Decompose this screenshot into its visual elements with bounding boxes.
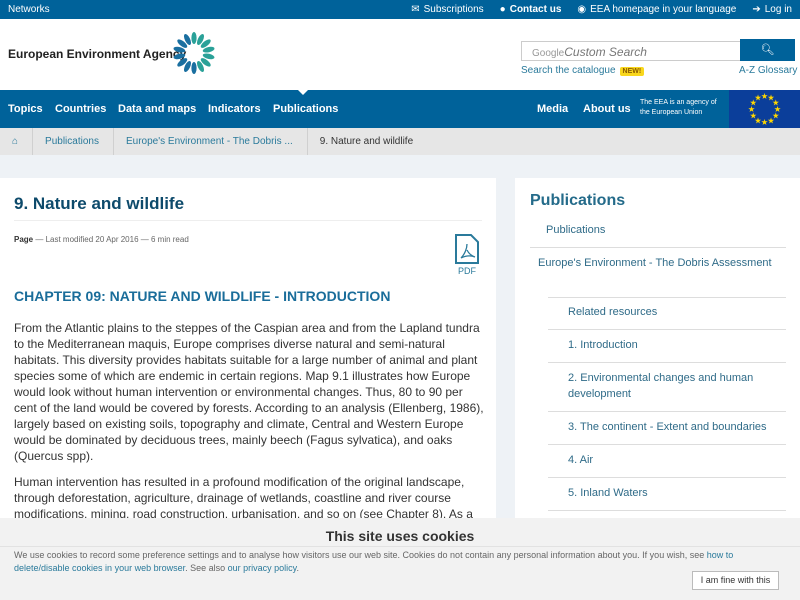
envelope-icon: ✉ xyxy=(411,4,420,15)
cookie-banner: This site uses cookies We use cookies to… xyxy=(0,518,800,600)
cookie-text-part: We use cookies to record some preference… xyxy=(14,550,707,560)
search-catalogue-link[interactable]: Search the catalogue NEW! xyxy=(521,65,645,76)
sidebar-item-continent[interactable]: 3. The continent - Extent and boundaries xyxy=(548,419,786,445)
page-title: 9. Nature and wildlife xyxy=(14,194,482,221)
sidebar-item-publications[interactable]: Publications xyxy=(530,222,786,248)
nav-about-us[interactable]: About us xyxy=(583,103,631,115)
login-icon: ➔ xyxy=(752,4,761,15)
magnifier-icon: 🔍︎ xyxy=(760,44,775,56)
svg-text:★: ★ xyxy=(755,94,762,102)
chapter-heading: CHAPTER 09: NATURE AND WILDLIFE - INTROD… xyxy=(14,288,391,304)
login-label: Log in xyxy=(764,4,792,15)
cookie-text: We use cookies to record some preference… xyxy=(0,547,800,575)
meta-read-time: 6 min read xyxy=(150,235,189,244)
breadcrumb-dobris[interactable]: Europe's Environment - The Dobris ... xyxy=(114,128,308,155)
globe-icon: ◉ xyxy=(577,4,587,15)
speech-bubble-icon: ● xyxy=(499,4,506,15)
search-placeholder: Custom Search xyxy=(564,45,647,59)
sidebar-item-air[interactable]: 4. Air xyxy=(548,452,786,478)
main-content: 9. Nature and wildlife Page — Last modif… xyxy=(0,178,496,553)
search-input[interactable]: GoogleCustom Search xyxy=(521,41,741,61)
cookie-title: This site uses cookies xyxy=(0,528,800,547)
breadcrumb-current: 9. Nature and wildlife xyxy=(319,136,414,147)
subscriptions-link[interactable]: ✉ Subscriptions xyxy=(411,4,483,15)
breadcrumb: ⌂ Publications Europe's Environment - Th… xyxy=(0,128,800,155)
new-badge: NEW! xyxy=(619,67,645,76)
pdf-file-icon xyxy=(455,234,479,264)
svg-text:★: ★ xyxy=(768,117,775,125)
main-nav: Topics Countries Data and maps Indicator… xyxy=(0,89,800,128)
pdf-label: PDF xyxy=(458,266,476,276)
nav-countries[interactable]: Countries xyxy=(55,103,106,115)
top-bar: Networks ✉ Subscriptions ● Contact us ◉ EEA… xyxy=(0,0,800,19)
glossary-link[interactable]: A-Z Glossary xyxy=(739,65,797,76)
cookie-text-part: . xyxy=(296,563,300,573)
search-button[interactable]: 🔍︎ xyxy=(740,39,795,61)
eu-agency-note: The EEA is an agency of the European Uni… xyxy=(640,99,717,116)
nav-publications[interactable]: Publications xyxy=(273,103,338,115)
breadcrumb-publications[interactable]: Publications xyxy=(33,128,114,155)
sidebar-item-dobris[interactable]: Europe's Environment - The Dobris Assess… xyxy=(538,255,786,280)
eea-logo-icon[interactable] xyxy=(172,31,216,75)
search-brand: Google xyxy=(532,48,565,59)
accept-cookies-button[interactable]: I am fine with this xyxy=(692,571,779,590)
catalogue-label: Search the catalogue xyxy=(521,65,616,76)
nav-topics[interactable]: Topics xyxy=(8,103,43,115)
meta-modified: Last modified 20 Apr 2016 xyxy=(45,235,139,244)
privacy-policy-link[interactable]: our privacy policy xyxy=(228,563,297,573)
sidebar-item-environmental-changes[interactable]: 2. Environmental changes and human devel… xyxy=(548,370,786,412)
logo-text[interactable]: European Environment Agency xyxy=(8,47,186,61)
nav-data-and-maps[interactable]: Data and maps xyxy=(118,103,196,115)
nav-indicators[interactable]: Indicators xyxy=(208,103,261,115)
eu-flag-icon[interactable]: ★ ★★★★★★★★★★★ xyxy=(729,90,800,128)
login-link[interactable]: ➔ Log in xyxy=(752,4,792,15)
sidebar-title: Publications xyxy=(530,192,626,209)
subscriptions-label: Subscriptions xyxy=(423,4,484,15)
sidebar-item-inland-waters[interactable]: 5. Inland Waters xyxy=(548,485,786,511)
sidebar-item-introduction[interactable]: 1. Introduction xyxy=(548,337,786,363)
page-meta: Page — Last modified 20 Apr 2016 — 6 min… xyxy=(14,235,189,244)
sidebar: Publications Publications Europe's Envir… xyxy=(515,178,800,538)
contact-label: Contact us xyxy=(509,4,562,15)
active-caret xyxy=(297,89,309,95)
home-icon[interactable]: ⌂ xyxy=(0,128,34,155)
sidebar-item-related[interactable]: Related resources xyxy=(548,304,786,330)
svg-text:★: ★ xyxy=(761,119,768,127)
homepage-label: EEA homepage in your language xyxy=(590,4,737,15)
header: European Environment Agency GoogleCustom… xyxy=(0,19,800,90)
divider xyxy=(548,297,786,298)
homepage-language-link[interactable]: ◉ EEA homepage in your language xyxy=(577,4,736,15)
pdf-download-button[interactable]: PDF xyxy=(454,234,480,276)
nav-media[interactable]: Media xyxy=(537,103,568,115)
cookie-text-part: . See also xyxy=(185,563,228,573)
networks-link[interactable]: Networks xyxy=(8,4,50,15)
contact-link[interactable]: ● Contact us xyxy=(500,4,562,15)
paragraph: From the Atlantic plains to the steppes … xyxy=(14,321,484,463)
meta-type: Page xyxy=(14,235,34,244)
